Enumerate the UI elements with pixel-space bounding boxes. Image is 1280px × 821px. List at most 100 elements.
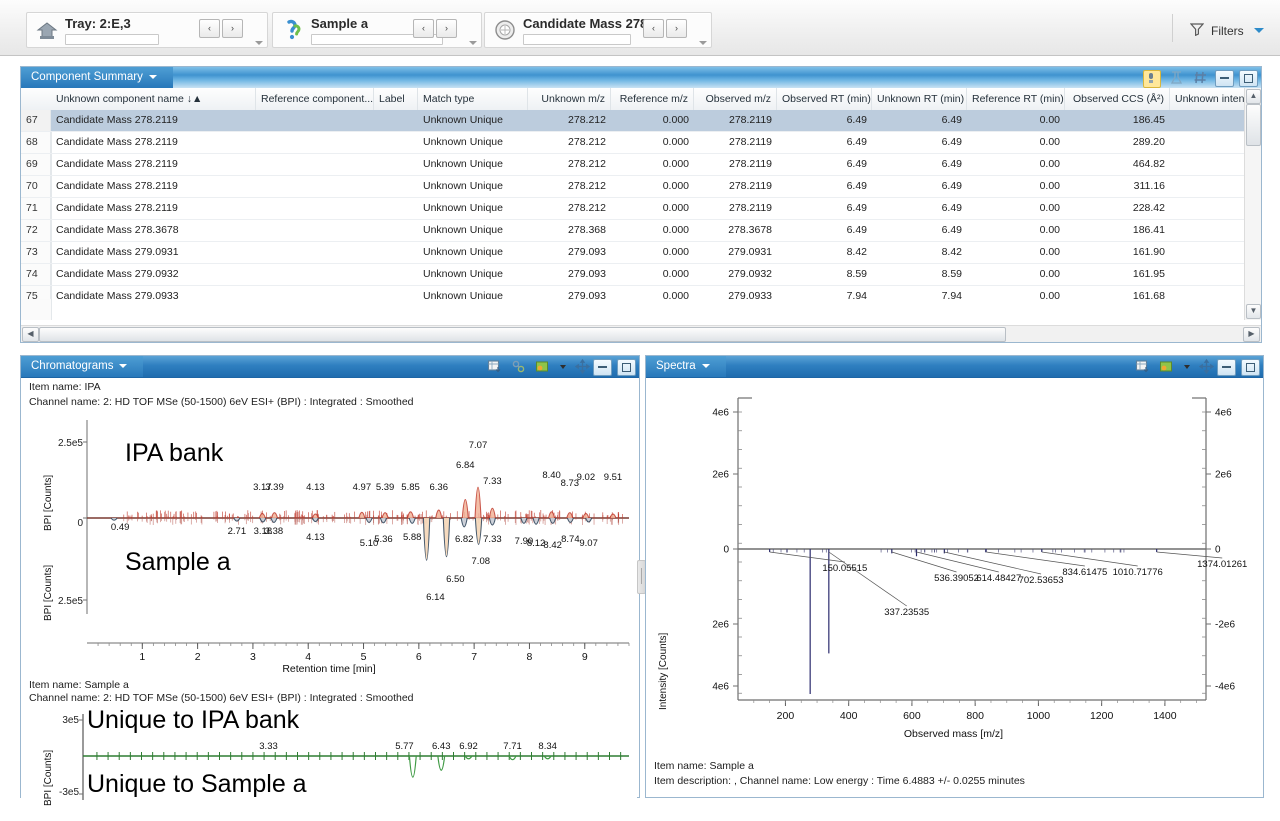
column-header-reference-m-z[interactable]: Reference m/z [611,88,694,110]
chart-type-caret-icon[interactable] [559,359,567,375]
scroll-right-button[interactable]: ▶ [1243,327,1260,342]
svg-text:0: 0 [1215,545,1221,556]
table-row[interactable]: 75 Candidate Mass 279.0933 Unknown Unique 2… [21,286,1261,299]
table-row[interactable]: 71 Candidate Mass 278.2119 Unknown Unique 2… [21,198,1261,220]
tray-prev-button[interactable]: ‹ [199,19,220,38]
minimize-button[interactable] [1215,70,1234,87]
scroll-left-button[interactable]: ◀ [22,327,39,342]
filters-button[interactable]: Filters [1190,22,1264,39]
spectra-window-buttons[interactable] [1215,359,1260,376]
pan-move-icon[interactable] [1199,359,1215,375]
table-row[interactable]: 73 Candidate Mass 279.0931 Unknown Unique 2… [21,242,1261,264]
component-summary-toolbar[interactable] [1138,70,1209,88]
restore-button[interactable] [1239,70,1258,87]
breadcrumb-tray[interactable]: Tray: 2:E,3 ‹ › [26,12,268,48]
export-table-icon[interactable] [487,359,503,375]
minimize-button[interactable] [1217,359,1236,376]
table-cell [374,286,418,299]
chromatograms-window-buttons[interactable] [591,359,636,376]
column-header-unknown-m-z[interactable]: Unknown m/z [528,88,611,110]
scroll-down-button[interactable]: ▼ [1246,304,1261,319]
chevron-down-icon[interactable] [149,75,157,79]
table-row[interactable]: 70 Candidate Mass 278.2119 Unknown Unique 2… [21,176,1261,198]
table-cell: 6.49 [872,154,967,175]
hash-icon[interactable] [1193,70,1209,86]
sample-prev-button[interactable]: ‹ [413,19,434,38]
table-header-row[interactable]: Unknown component name ↓▲ Reference compo… [21,88,1261,111]
chevron-down-icon[interactable] [702,364,710,368]
table-row[interactable]: 74 Candidate Mass 279.0932 Unknown Unique 2… [21,264,1261,286]
column-header-unknown-component-name[interactable]: Unknown component name ↓▲ [51,88,256,110]
svg-text:3: 3 [250,651,256,663]
restore-button[interactable] [617,359,636,376]
spectra-toolbar[interactable] [1130,359,1215,375]
pan-move-icon[interactable] [575,359,591,375]
tab-chromatograms-label: Chromatograms [31,360,113,372]
svg-text:1200: 1200 [1090,710,1114,722]
table-body[interactable]: 67 Candidate Mass 278.2119 Unknown Unique 2… [21,110,1261,299]
sample-icon [280,17,306,43]
svg-text:8.74: 8.74 [561,534,580,545]
chart-type-icon[interactable] [535,359,551,375]
sample-nav-buttons[interactable]: ‹ › [413,19,459,38]
chromatogram-top-plot[interactable]: 3.17 3.39 4.13 4.97 5.39 5.85 6.36 6.84 7.07 7.33… [21,416,637,641]
tab-chromatograms[interactable]: Chromatograms [21,356,143,377]
column-header-unknown-rt-min[interactable]: Unknown RT (min) [872,88,967,110]
filters-caret-icon[interactable] [1254,28,1264,33]
candidate-next-button[interactable]: › [666,19,687,38]
row-number: 71 [21,198,51,219]
chromatogram-bottom-plot[interactable]: 3.33 5.77 6.43 6.92 7.71 8.34 BPI [Counts] 3e… [21,708,637,818]
chromatograms-toolbar[interactable] [482,359,591,375]
candidate-dropdown-icon[interactable] [699,41,707,45]
sample-dropdown-icon[interactable] [469,41,477,45]
tray-next-button[interactable]: › [222,19,243,38]
chevron-down-icon[interactable] [119,364,127,368]
flask-icon[interactable] [1169,70,1185,86]
tray-nav-buttons[interactable]: ‹ › [199,19,245,38]
table-row[interactable]: 72 Candidate Mass 278.3678 Unknown Unique 2… [21,220,1261,242]
column-header-reference-component[interactable]: Reference component... [256,88,374,110]
tab-component-summary[interactable]: Component Summary [21,67,173,88]
chromatogram-top-svg: 3.173.39 4.13 4.97 5.39 5.85 6.366.847.077.33… [21,416,637,641]
table-cell: 0.00 [967,264,1065,285]
breadcrumb-sample[interactable]: Sample a ‹ › [272,12,482,48]
export-table-icon[interactable] [1135,359,1151,375]
candidate-nav-buttons[interactable]: ‹ › [643,19,689,38]
chart-type-icon[interactable] [1159,359,1175,375]
column-header-observed-ccs[interactable]: Observed CCS (Å²) [1065,88,1170,110]
column-header-observed-rt-min[interactable]: Observed RT (min) [777,88,872,110]
horizontal-scroll-thumb[interactable] [39,327,1006,342]
table-vertical-scrollbar[interactable]: ▲ ▼ [1244,88,1261,320]
column-header-match-type[interactable]: Match type [418,88,528,110]
svg-text:800: 800 [966,710,984,722]
restore-button[interactable] [1241,359,1260,376]
svg-text:4.13: 4.13 [306,482,325,493]
minimize-button[interactable] [593,359,612,376]
svg-text:6.43: 6.43 [432,741,451,752]
scroll-up-button[interactable]: ▲ [1246,89,1261,104]
candidate-prev-button[interactable]: ‹ [643,19,664,38]
table-row[interactable]: 68 Candidate Mass 278.2119 Unknown Unique 2… [21,132,1261,154]
column-header-label[interactable]: Label [374,88,418,110]
sample-next-button[interactable]: › [436,19,457,38]
link-icon[interactable] [511,359,527,375]
column-header-reference-rt-min[interactable]: Reference RT (min) [967,88,1065,110]
tab-spectra[interactable]: Spectra [646,356,726,377]
vertical-scroll-thumb[interactable] [1246,104,1261,146]
table-row[interactable]: 67 Candidate Mass 278.2119 Unknown Unique 2… [21,110,1261,132]
table-horizontal-scrollbar[interactable]: ◀ ▶ [21,325,1261,342]
chart-type-caret-icon[interactable] [1183,359,1191,375]
table-cell: 6.49 [872,110,967,131]
info-icon[interactable] [1143,70,1161,88]
overlay-label-unique-sample: Unique to Sample a [87,770,307,799]
tray-dropdown-icon[interactable] [255,41,263,45]
breadcrumb-candidate-mass[interactable]: Candidate Mass 278.... ‹ › [484,12,712,48]
table-cell: Unknown Unique [418,176,528,197]
component-summary-window-buttons[interactable] [1213,70,1258,87]
column-header-observed-m-z[interactable]: Observed m/z [694,88,777,110]
table-row[interactable]: 69 Candidate Mass 278.2119 Unknown Unique 2… [21,154,1261,176]
tab-component-summary-label: Component Summary [31,71,143,83]
table-cell: 278.2119 [694,110,777,131]
spectrum-plot[interactable]: 4e6 4e6 2e6 2e6 0 0 2e6 -2e6 4e6 -4e6 200 400 600 800… [646,380,1261,750]
row-number: 75 [21,286,51,299]
